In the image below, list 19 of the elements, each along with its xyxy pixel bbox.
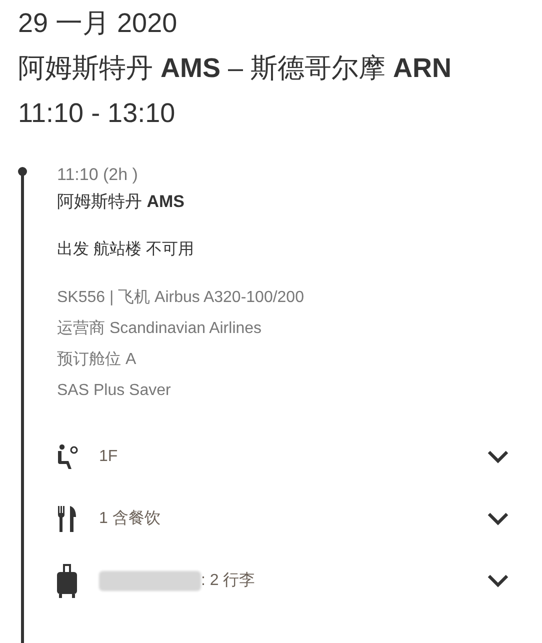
flight-date: 29 一月 2020 [18, 7, 178, 40]
chevron-icon[interactable] [486, 511, 510, 527]
terminal-info: 出发 航站楼 不可用 [57, 240, 195, 260]
flight-times: 11:10 - 13:10 [18, 97, 176, 130]
flight-detail: 预订舱位 A [57, 350, 138, 370]
flight-detail: 运营商 Scandinavian Airlines [57, 318, 263, 339]
chevron-icon[interactable] [486, 573, 510, 589]
service-label: 1 含餐饮 [99, 508, 160, 529]
flight-detail: SAS Plus Saver [57, 381, 172, 401]
suitcase-icon [57, 564, 77, 598]
route-title: 阿姆斯特丹 AMS – 斯德哥尔摩 ARN [18, 52, 453, 85]
chevron-icon[interactable] [486, 449, 510, 465]
fork-knife-icon [57, 506, 77, 532]
departure-airport: 阿姆斯特丹 AMS [57, 191, 186, 213]
flight-detail: SK556 | 飞机 Airbus A320-100/200 [57, 288, 305, 308]
service-label: 1F [99, 447, 118, 467]
service-label: : 2 行李 [201, 570, 256, 591]
seat-icon [57, 444, 79, 470]
departure-time: 11:10 (2h ) [57, 164, 139, 186]
